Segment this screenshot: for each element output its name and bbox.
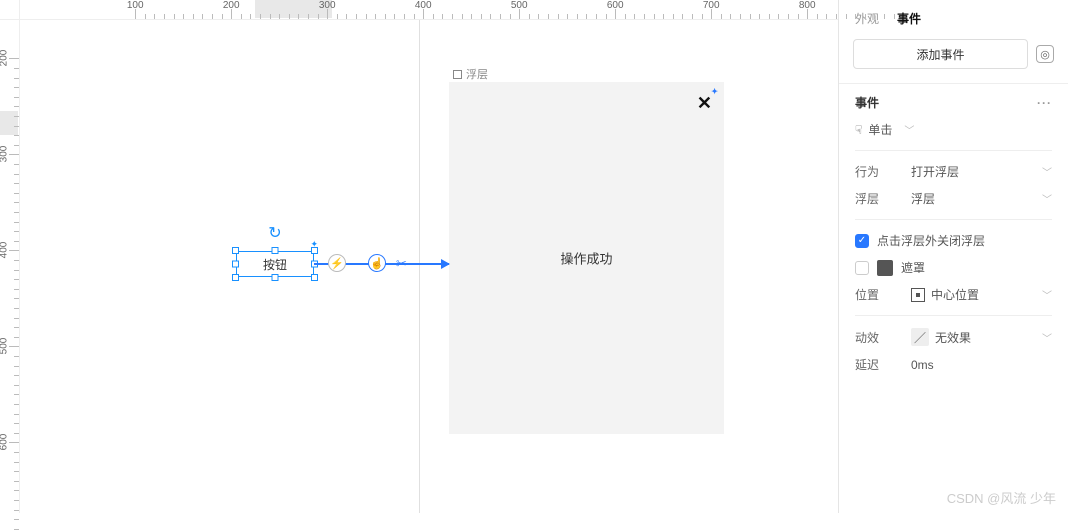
action-row[interactable]: 行为 打开浮层 ﹀ [855,163,1052,180]
resize-handle[interactable] [232,247,239,254]
connector-arrow-icon [441,259,450,269]
rotate-handle-icon[interactable]: ↻ [268,223,281,243]
resize-handle[interactable] [272,247,279,254]
add-event-button[interactable]: 添加事件 [853,39,1028,69]
connector-node-trigger[interactable]: ⚡ [328,254,346,272]
checkbox-off-icon[interactable] [855,261,869,275]
chevron-down-icon: ﹀ [1042,191,1052,206]
layer-row[interactable]: 浮层 浮层 ﹀ [855,190,1052,207]
artboard-edge [419,20,420,513]
ruler-v-hilite [0,111,18,135]
artboard[interactable] [20,20,420,513]
layer-label: 浮层 [855,190,911,207]
resize-handle[interactable] [232,274,239,281]
mask-row[interactable]: 遮罩 [855,259,1052,276]
mask-label: 遮罩 [901,259,925,276]
canvas-area[interactable]: 100200300400500600700800 200300400500600… [0,0,838,513]
effect-row[interactable]: 动效 ／ 无效果 ﹀ [855,328,1052,346]
inspector-panel: 外观 事件 添加事件 ◎ 事件 ··· ☟ 单击 ﹀ 行为 打开浮层 ﹀ 浮层 [838,0,1068,513]
ruler-corner [0,0,20,20]
canvas-stage[interactable]: 浮层 ✕ 操作成功 ↻ ✦ 按钮 ⚡ ☝ ✂ [20,20,838,513]
resize-handle[interactable] [232,261,239,268]
action-label: 行为 [855,163,911,180]
ruler-horizontal[interactable]: 100200300400500600700800 [20,0,838,20]
trigger-row[interactable]: ☟ 单击 ﹀ [855,121,1052,138]
divider [855,150,1052,151]
popup-close-button[interactable]: ✕ [697,94,712,112]
delay-label: 延迟 [855,356,911,373]
tab-appearance[interactable]: 外观 [855,10,879,27]
button-label: 按钮 [263,256,287,273]
connector-node-event[interactable]: ☝ [368,254,386,272]
add-event-label: 添加事件 [916,46,964,63]
chevron-down-icon: ﹀ [1042,330,1052,345]
checkbox-on-icon[interactable]: ✓ [855,234,869,248]
popup-layer-name: 浮层 [466,66,488,82]
tab-events[interactable]: 事件 [897,10,921,27]
position-row[interactable]: 位置 中心位置 ﹀ [855,286,1052,303]
divider [855,315,1052,316]
chevron-down-icon: ﹀ [1042,287,1052,302]
popup-layer-label[interactable]: 浮层 [453,66,488,82]
chevron-down-icon: ﹀ [1042,164,1052,179]
resize-handle[interactable] [311,247,318,254]
position-label: 位置 [855,286,911,303]
effect-label: 动效 [855,329,911,346]
mask-swatch-icon [877,260,893,276]
trigger-value: 单击 [868,121,892,138]
delay-value: 0ms [911,358,1052,372]
events-header: 事件 [855,94,879,111]
popup-layer-icon [453,70,462,79]
action-value: 打开浮层 [911,163,1036,180]
connector-cut-icon[interactable]: ✂ [396,256,407,272]
popup-message: 操作成功 [449,249,724,268]
resize-handle[interactable] [272,274,279,281]
ruler-vertical[interactable]: 200300400500600 [0,20,20,513]
close-outside-label: 点击浮层外关闭浮层 [877,232,985,249]
event-section: 事件 ··· ☟ 单击 ﹀ 行为 打开浮层 ﹀ 浮层 浮层 ﹀ ✓ 点击浮层外关… [839,83,1068,393]
layer-value: 浮层 [911,190,1036,207]
inspector-tabs: 外观 事件 [839,0,1068,35]
divider [855,219,1052,220]
effect-value: 无效果 [935,329,1036,346]
target-icon[interactable]: ◎ [1036,45,1054,63]
resize-handle[interactable] [311,274,318,281]
pointer-icon: ☟ [855,123,862,137]
close-outside-row[interactable]: ✓ 点击浮层外关闭浮层 [855,232,1052,249]
position-value: 中心位置 [931,286,1036,303]
chevron-down-icon: ﹀ [904,122,914,137]
selected-button-element[interactable]: ↻ ✦ 按钮 [236,251,314,277]
position-center-icon [911,288,925,302]
popup-layer[interactable]: ✕ 操作成功 [449,82,724,434]
effect-none-icon: ／ [911,328,929,346]
events-more-button[interactable]: ··· [1037,96,1052,110]
delay-row[interactable]: 延迟 0ms [855,356,1052,373]
